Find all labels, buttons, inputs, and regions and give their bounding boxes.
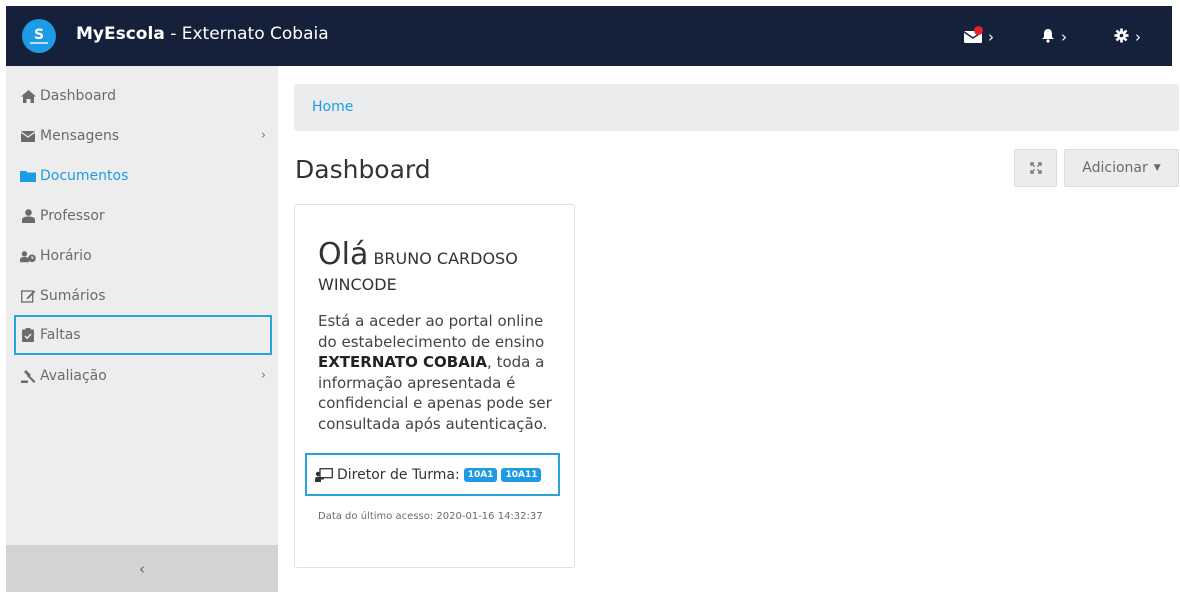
last-access-text: Data do último acesso: 2020-01-16 14:32:… [318,511,543,522]
breadcrumb-home-link[interactable]: Home [312,99,353,115]
sidebar-collapse-button[interactable]: ‹ [6,545,278,592]
svg-text:S: S [34,27,44,43]
sidebar-item-documentos[interactable]: Documentos [14,160,272,192]
chevron-right-icon: › [1135,28,1141,46]
sidebar-item-horario[interactable]: Horário [14,240,272,272]
caret-down-icon: ▼ [1153,163,1161,173]
sidebar-item-avaliacao[interactable]: Avaliação › [14,360,272,392]
notification-dot [974,26,983,35]
envelope-icon [964,26,983,44]
sidebar-item-dashboard[interactable]: Dashboard [14,80,272,112]
sidebar-item-mensagens[interactable]: Mensagens › [14,120,272,152]
class-badge[interactable]: 10A1 [463,467,498,482]
sidebar-item-faltas[interactable]: Faltas [14,315,272,355]
bell-icon [1041,28,1055,47]
settings-menu[interactable]: › [1114,26,1141,48]
expand-icon [1029,159,1042,178]
sidebar-item-label: Avaliação [40,368,107,384]
user-tie-icon [20,208,36,224]
school-name: - Externato Cobaia [164,24,329,44]
chevron-right-icon: › [260,128,266,143]
chevron-right-icon: › [1061,28,1067,46]
app-name: MyEscola [76,24,165,44]
welcome-message: Está a aceder ao portal online do estabe… [318,311,562,434]
add-button-label: Adicionar [1082,160,1148,176]
chevron-left-icon: ‹ [139,559,145,578]
sidebar-item-sumarios[interactable]: Sumários [14,280,272,312]
sidebar-item-label: Mensagens [40,128,120,144]
greeting: Olá BRUNO CARDOSO [318,237,568,272]
director-label: Diretor de Turma: [337,466,460,483]
greeting-hello: Olá [318,237,369,272]
sidebar: Dashboard Mensagens › Documentos Profess… [6,66,278,592]
breadcrumb: Home [294,84,1179,131]
welcome-card: Olá BRUNO CARDOSO WINCODE Está a aceder … [294,204,575,568]
users-clock-icon [20,248,36,264]
sidebar-item-label: Documentos [40,168,129,184]
envelope-icon [20,128,36,144]
class-director-box: Diretor de Turma: 10A1 10A11 [305,453,560,496]
sidebar-item-label: Professor [40,208,105,224]
sidebar-item-label: Horário [40,248,92,264]
chalkboard-teacher-icon [315,467,333,482]
sidebar-item-label: Dashboard [40,88,116,104]
gavel-icon [20,368,36,384]
user-name-second: WINCODE [318,275,397,294]
page-title: Dashboard [295,155,431,184]
chevron-right-icon: › [260,368,266,383]
user-name-first: BRUNO CARDOSO [373,249,518,268]
sidebar-item-professor[interactable]: Professor [14,200,272,232]
home-icon [20,88,36,104]
gear-icon [1114,28,1129,47]
messages-menu[interactable]: › [964,26,994,48]
school-logo[interactable]: S [22,19,56,53]
notifications-menu[interactable]: › [1041,26,1067,48]
clipboard-check-icon [20,327,36,343]
class-badge[interactable]: 10A11 [501,467,542,482]
edit-icon [20,288,36,304]
add-dropdown-button[interactable]: Adicionar ▼ [1064,149,1179,187]
folder-icon [20,168,36,184]
app-title: MyEscola - Externato Cobaia [76,24,329,44]
sidebar-item-label: Faltas [40,327,81,343]
sidebar-item-label: Sumários [40,288,106,304]
top-navbar: S MyEscola - Externato Cobaia › › › [6,6,1172,66]
school-name-bold: EXTERNATO COBAIA [318,353,488,371]
fullscreen-button[interactable] [1014,149,1057,187]
chevron-right-icon: › [988,28,994,46]
message-text-pre: Está a aceder ao portal online do estabe… [318,312,545,351]
